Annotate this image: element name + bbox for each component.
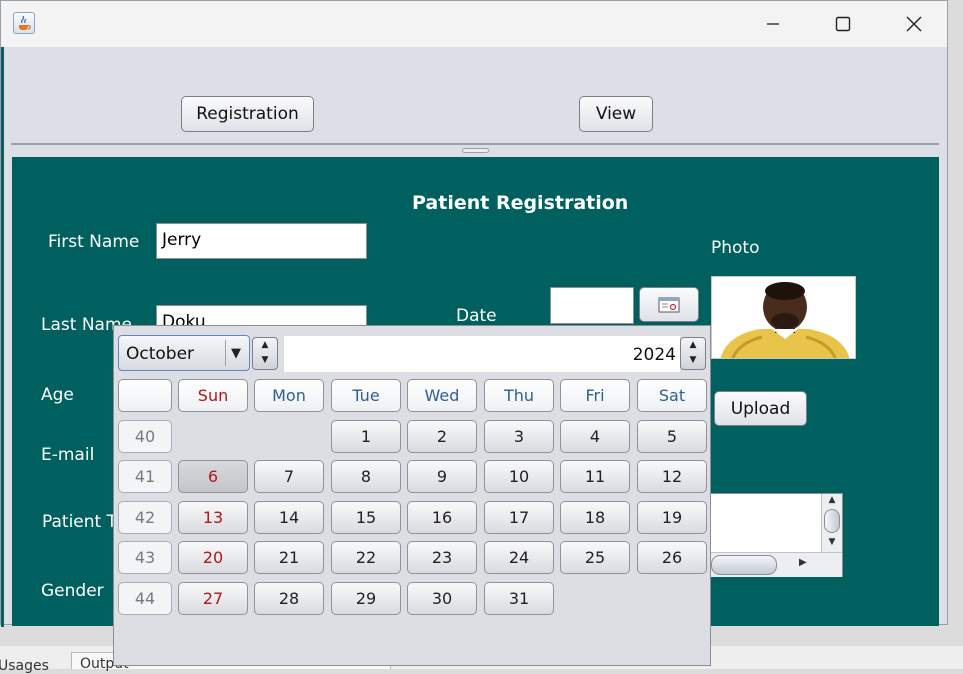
week-number: 40	[118, 420, 172, 453]
registration-button[interactable]: Registration	[181, 96, 314, 132]
week-number: 43	[118, 541, 172, 574]
day-cell[interactable]: 26	[637, 541, 707, 574]
day-cell[interactable]: 10	[484, 460, 554, 493]
email-label: E-mail	[41, 445, 95, 465]
weekday-header-sun: Sun	[178, 379, 248, 412]
gender-label: Gender	[41, 581, 104, 601]
java-icon	[13, 12, 35, 34]
day-cell[interactable]: 22	[331, 541, 401, 574]
day-cell[interactable]: 3	[484, 420, 554, 453]
day-cell[interactable]: 20	[178, 541, 248, 574]
week-header-blank	[118, 379, 172, 412]
h-scroll-thumb[interactable]	[711, 555, 777, 575]
view-button[interactable]: View	[579, 96, 653, 132]
scroll-thumb[interactable]	[824, 509, 840, 533]
window-left-edge	[1, 47, 4, 627]
close-button[interactable]	[891, 1, 937, 47]
date-label: Date	[456, 306, 497, 326]
calendar-icon	[658, 297, 680, 312]
day-cell[interactable]: 29	[331, 582, 401, 615]
horizontal-scrollbar[interactable]: ▶	[711, 552, 842, 577]
age-label: Age	[41, 385, 74, 405]
day-cell[interactable]: 8	[331, 460, 401, 493]
date-picker-button[interactable]	[639, 287, 699, 322]
vertical-scrollbar[interactable]: ▲ ▼	[821, 494, 842, 552]
patient-photo	[711, 276, 856, 359]
scroll-down-icon[interactable]: ▼	[822, 536, 842, 548]
java-cup-icon	[19, 15, 31, 30]
day-cell[interactable]: 21	[254, 541, 324, 574]
day-cell[interactable]: 23	[407, 541, 477, 574]
day-cell[interactable]: 12	[637, 460, 707, 493]
day-cell[interactable]: 9	[407, 460, 477, 493]
week-number: 42	[118, 501, 172, 534]
photo-label: Photo	[711, 238, 760, 258]
day-cell[interactable]: 7	[254, 460, 324, 493]
close-icon	[906, 16, 922, 32]
calendar-popup: October ▼ ▲ ▼ 2024 ▲ ▼ Sun Mon Tue Wed Thu Fri S…	[113, 325, 711, 666]
title-bar	[1, 1, 947, 47]
week-number: 41	[118, 460, 172, 493]
scroll-right-icon[interactable]: ▶	[799, 557, 807, 568]
weekday-header-thu: Thu	[484, 379, 554, 412]
day-cell[interactable]: 13	[178, 501, 248, 534]
day-cell[interactable]: 19	[637, 501, 707, 534]
patient-type-label: Patient T	[42, 512, 117, 532]
split-pane-divider	[11, 143, 939, 145]
day-cell[interactable]: 30	[407, 582, 477, 615]
day-cell[interactable]: 1	[331, 420, 401, 453]
minimize-icon	[767, 23, 779, 25]
weekday-header-tue: Tue	[331, 379, 401, 412]
day-cell[interactable]: 14	[254, 501, 324, 534]
calendar-grid: Sun Mon Tue Wed Thu Fri Sat 40 1 2 3 4 5 41 6 7 8 9 10 11 12…	[114, 326, 710, 665]
day-cell-selected[interactable]: 6	[178, 460, 248, 493]
day-cell[interactable]: 16	[407, 501, 477, 534]
day-cell[interactable]: 31	[484, 582, 554, 615]
weekday-header-sat: Sat	[637, 379, 707, 412]
day-cell[interactable]: 11	[560, 460, 630, 493]
address-textarea[interactable]: ▲ ▼ ▶	[710, 493, 843, 577]
first-name-field[interactable]: Jerry	[156, 223, 367, 259]
usages-tab[interactable]: Usages	[0, 658, 49, 674]
day-cell[interactable]: 2	[407, 420, 477, 453]
maximize-button[interactable]	[820, 1, 866, 47]
day-cell[interactable]: 17	[484, 501, 554, 534]
scroll-up-icon[interactable]: ▲	[822, 494, 842, 506]
weekday-header-mon: Mon	[254, 379, 324, 412]
day-cell[interactable]: 28	[254, 582, 324, 615]
form-title: Patient Registration	[412, 192, 629, 214]
maximize-icon	[835, 16, 851, 32]
divider-grip[interactable]	[462, 148, 489, 153]
day-cell[interactable]: 18	[560, 501, 630, 534]
day-cell[interactable]: 5	[637, 420, 707, 453]
day-cell[interactable]: 4	[560, 420, 630, 453]
upload-button[interactable]: Upload	[714, 391, 807, 426]
date-field[interactable]	[550, 287, 634, 324]
day-cell[interactable]: 25	[560, 541, 630, 574]
weekday-header-fri: Fri	[560, 379, 630, 412]
day-cell[interactable]: 27	[178, 582, 248, 615]
patient-photo-image	[712, 277, 855, 358]
weekday-header-wed: Wed	[407, 379, 477, 412]
first-name-label: First Name	[48, 232, 140, 252]
day-cell[interactable]: 24	[484, 541, 554, 574]
day-cell[interactable]: 15	[331, 501, 401, 534]
minimize-button[interactable]	[750, 1, 796, 47]
week-number: 44	[118, 582, 172, 615]
